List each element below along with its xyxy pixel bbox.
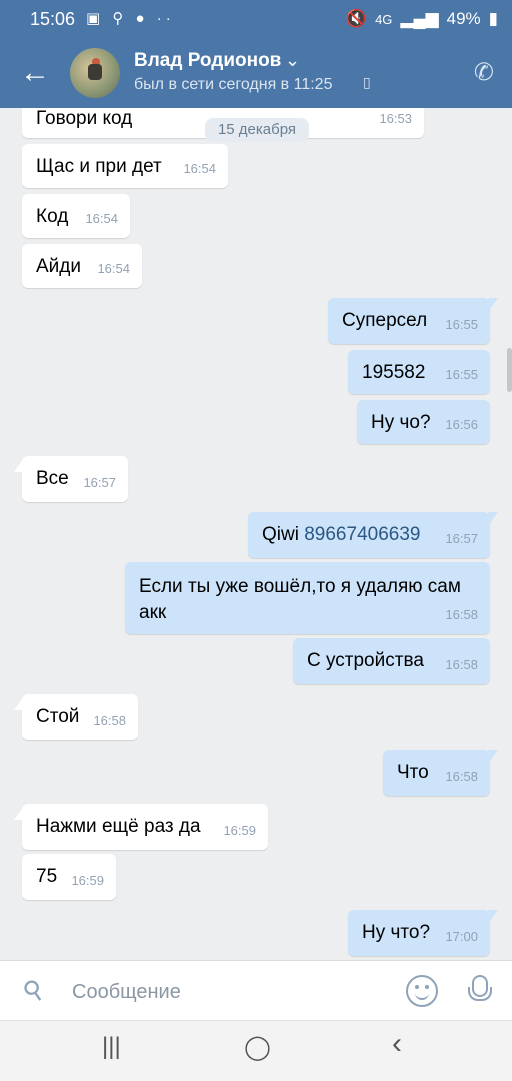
avatar[interactable] — [70, 48, 120, 98]
status-time: 15:06 — [30, 9, 76, 29]
message-text: Нажми ещё раз да — [36, 816, 201, 837]
message-text: 195582 — [362, 362, 426, 383]
mute-icon: 🔇 — [345, 9, 368, 28]
message-time: 17:00 — [445, 929, 478, 944]
bubble-tail — [488, 910, 498, 924]
message-text: Говори код — [36, 108, 133, 129]
message-text: Qiwi 89667406639 — [262, 524, 420, 546]
message-time: 16:59 — [71, 873, 104, 888]
message-text: Ну что? — [362, 922, 431, 943]
network-label: 4G — [375, 11, 393, 27]
message-time: 16:55 — [445, 317, 478, 332]
message-text: Ну чо? — [371, 412, 431, 433]
message-text: Код — [36, 206, 69, 227]
message-time: 16:53 — [379, 111, 412, 126]
message-time: 16:54 — [183, 161, 216, 176]
message-time: 16:58 — [445, 769, 478, 784]
message-time: 16:56 — [445, 417, 478, 432]
bubble-tail — [488, 512, 498, 526]
chevron-down-icon[interactable]: ⌄ — [285, 50, 300, 71]
bubble-tail — [488, 750, 498, 764]
message-text: Стой — [36, 706, 80, 727]
message-time: 16:59 — [223, 823, 256, 838]
message-input[interactable] — [70, 971, 384, 1013]
message-time: 16:58 — [93, 713, 126, 728]
signal-icon: ▂▄▆ — [400, 9, 439, 28]
message-bubble[interactable]: 195582 16:55 — [348, 350, 490, 394]
message-time: 16:58 — [445, 657, 478, 672]
message-time: 16:58 — [445, 607, 478, 622]
message-bubble[interactable]: С устройства 16:58 — [293, 638, 490, 684]
message-text: 75 — [36, 866, 58, 887]
message-text: Если ты уже вошёл,то я удаляю сам акк — [139, 576, 461, 623]
message-prefix: Qiwi — [262, 524, 305, 545]
bubble-tail — [14, 458, 24, 472]
message-text: С устройства — [307, 650, 424, 671]
message-bubble[interactable]: 75 16:59 — [22, 854, 116, 900]
message-bubble[interactable]: Код 16:54 — [22, 194, 130, 238]
message-list[interactable]: Говори код 16:53 15 декабря Щас и при де… — [0, 108, 512, 960]
phone-icon[interactable]: ✆ — [474, 58, 494, 87]
message-bubble[interactable]: Что 16:58 — [383, 750, 498, 796]
message-bubble[interactable]: Стой 16:58 — [14, 694, 138, 740]
bubble-tail — [14, 696, 24, 710]
message-text: Все — [36, 468, 69, 489]
message-text: Щас и при дет — [36, 156, 162, 177]
message-time: 16:57 — [83, 475, 116, 490]
back-arrow-icon[interactable]: ← — [20, 58, 50, 88]
last-seen-status: был в сети сегодня в 11:25 — [134, 76, 333, 93]
phone-number-link[interactable]: 89667406639 — [304, 524, 420, 545]
message-bubble[interactable]: Все 16:57 — [14, 456, 128, 502]
message-bubble[interactable]: Ну чо? 16:56 — [357, 400, 490, 444]
message-bubble[interactable]: Суперсел 16:55 — [328, 298, 498, 344]
system-navigation-bar: ||| ◯ ‹ — [0, 1020, 512, 1081]
message-time: 16:57 — [445, 531, 478, 546]
smile-icon[interactable] — [406, 975, 438, 1007]
status-notification-icons: ▣ ⚲ ● ·· — [86, 10, 175, 27]
message-bubble[interactable]: Ну что? 17:00 — [348, 910, 498, 956]
scrollbar[interactable] — [507, 348, 512, 392]
message-bubble[interactable]: Если ты уже вошёл,то я удаляю сам акк 16… — [125, 562, 490, 634]
message-text: Что — [397, 762, 429, 783]
message-time: 16:54 — [85, 211, 118, 226]
message-bubble[interactable]: Айди 16:54 — [22, 244, 142, 288]
message-text: Айди — [36, 256, 81, 277]
contact-name[interactable]: Влад Родионов — [134, 50, 281, 72]
message-bubble[interactable]: Qiwi 89667406639 16:57 — [248, 512, 498, 558]
home-icon[interactable]: ◯ — [244, 1033, 271, 1062]
status-bar: 15:06 ▣ ⚲ ● ·· 🔇 4G ▂▄▆ 49% ▮ — [0, 0, 512, 38]
chat-header: ← Влад Родионов ⌄ был в сети сегодня в 1… — [0, 38, 512, 108]
message-composer: ⚲ — [0, 960, 512, 1021]
bubble-tail — [488, 298, 498, 312]
mobile-device-icon: ▯ — [363, 74, 371, 90]
battery-icon: ▮ — [488, 9, 498, 28]
status-right: 🔇 4G ▂▄▆ 49% ▮ — [346, 9, 498, 29]
message-time: 16:54 — [97, 261, 130, 276]
message-text: Суперсел — [342, 310, 428, 331]
message-bubble[interactable]: Щас и при дет 16:54 — [22, 144, 228, 188]
message-time: 16:55 — [445, 367, 478, 382]
paperclip-icon[interactable]: ⚲ — [17, 972, 50, 1008]
recent-apps-icon[interactable]: ||| — [102, 1033, 121, 1061]
back-icon[interactable]: ‹ — [392, 1027, 402, 1061]
message-bubble[interactable]: Нажми ещё раз да 16:59 — [14, 804, 268, 850]
date-separator: 15 декабря — [205, 118, 309, 142]
battery-level: 49% — [446, 9, 481, 28]
microphone-icon[interactable] — [468, 975, 492, 1001]
bubble-tail — [14, 806, 24, 820]
